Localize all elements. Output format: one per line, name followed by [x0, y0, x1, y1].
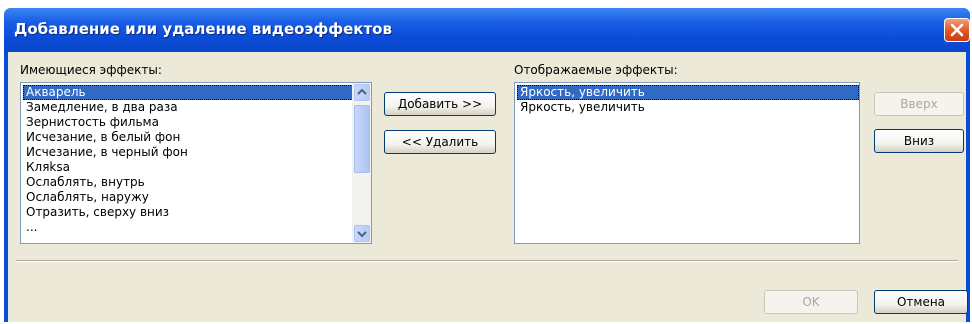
list-item[interactable]: Исчезание, в черный фон [23, 145, 371, 160]
close-icon [950, 23, 964, 37]
remove-button[interactable]: << Удалить [384, 130, 496, 154]
list-item[interactable]: Отразить, сверху вниз [23, 205, 371, 220]
list-item[interactable]: Яркость, увеличить [517, 85, 859, 100]
dialog-window: Добавление или удаление видеоэффектов Им… [4, 8, 970, 322]
list-item[interactable]: Акварель [23, 85, 371, 100]
ok-button[interactable]: OK [764, 290, 858, 314]
separator [16, 260, 958, 262]
list-item[interactable]: Ослаблять, наружу [23, 190, 371, 205]
list-item[interactable]: Замедление, в два раза [23, 100, 371, 115]
displayed-effects-listbox[interactable]: Яркость, увеличить Яркость, увеличить [514, 82, 860, 244]
chevron-up-icon [357, 88, 367, 95]
close-button[interactable] [944, 18, 970, 42]
scroll-thumb[interactable] [354, 105, 370, 173]
scroll-down-button[interactable] [354, 225, 370, 242]
chevron-down-icon [357, 231, 367, 238]
move-up-button[interactable]: Вверх [874, 92, 964, 116]
available-effects-scrollbar[interactable] [352, 83, 371, 243]
add-button[interactable]: Добавить >> [384, 92, 496, 116]
list-item[interactable]: Кляksa [23, 160, 371, 175]
cancel-button[interactable]: Отмена [874, 290, 968, 314]
list-item[interactable]: Яркость, увеличить [517, 100, 859, 115]
list-item[interactable]: ... [23, 220, 371, 235]
list-item[interactable]: Исчезание, в белый фон [23, 130, 371, 145]
available-effects-label: Имеющиеся эффекты: [20, 63, 162, 77]
move-down-button[interactable]: Вниз [874, 129, 964, 153]
scroll-up-button[interactable] [354, 84, 370, 101]
list-item[interactable]: Зернистость фильма [23, 115, 371, 130]
list-item[interactable]: Ослаблять, внутрь [23, 175, 371, 190]
dialog-client-area: Имеющиеся эффекты: Акварель Замедление, в… [8, 52, 968, 322]
title-bar[interactable]: Добавление или удаление видеоэффектов [4, 8, 970, 52]
available-effects-listbox[interactable]: Акварель Замедление, в два раза Зернистост… [20, 82, 372, 244]
dialog-title: Добавление или удаление видеоэффектов [14, 20, 392, 38]
displayed-effects-label: Отображаемые эффекты: [514, 63, 678, 77]
